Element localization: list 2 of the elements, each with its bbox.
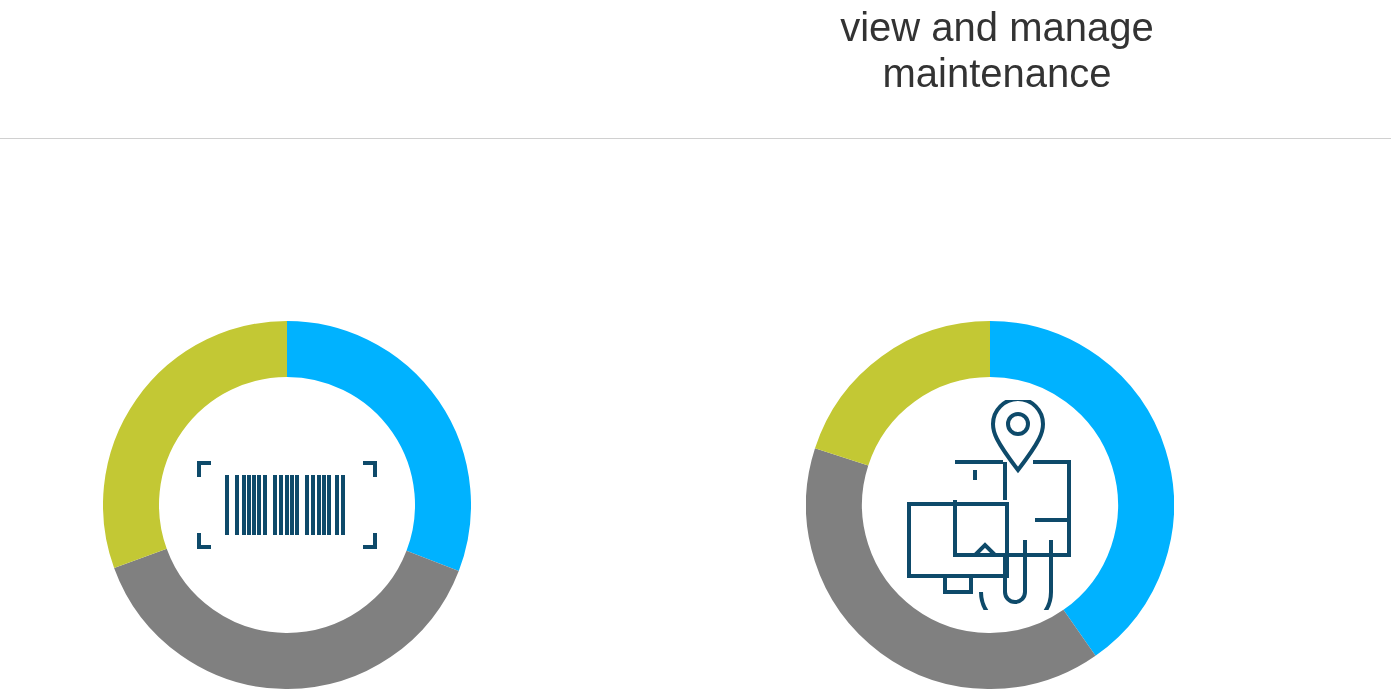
barcode-scan-icon <box>195 461 379 549</box>
heading: view and manage maintenance <box>839 4 1155 97</box>
